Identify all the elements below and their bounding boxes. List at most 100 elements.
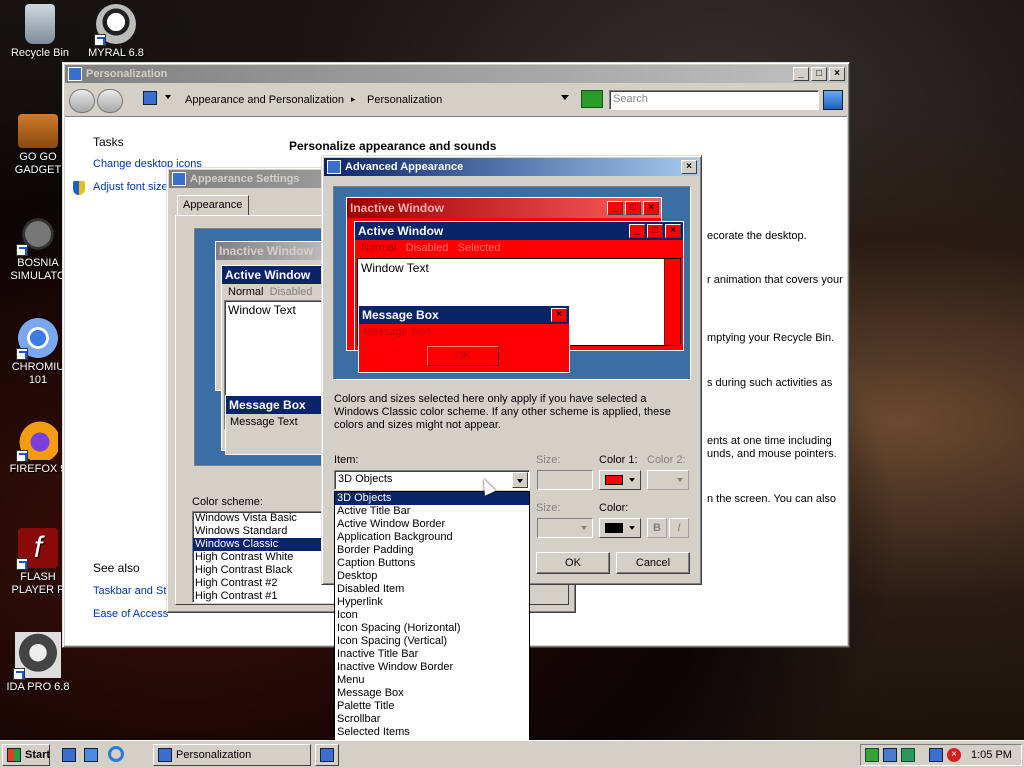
- minimize-button[interactable]: _: [793, 67, 809, 81]
- back-button[interactable]: [69, 89, 95, 113]
- clock[interactable]: 1:05 PM: [971, 749, 1012, 761]
- shortcut-arrow-icon: [16, 558, 28, 570]
- taskbar-item-label: Personalization: [176, 749, 252, 761]
- preview-inactive-title: Inactive Window _ □ ×: [347, 198, 661, 218]
- list-item[interactable]: Windows Vista Basic: [193, 512, 341, 525]
- search-input[interactable]: Search: [609, 90, 819, 110]
- chevron-down-icon: [581, 526, 587, 530]
- ida-portrait-icon: [13, 632, 61, 680]
- chevron-right-icon[interactable]: ▸: [351, 94, 356, 105]
- tab-appearance[interactable]: Appearance: [177, 195, 249, 216]
- start-button[interactable]: Start: [2, 744, 50, 766]
- dropdown-option[interactable]: Icon: [335, 609, 529, 622]
- chromium-icon: [16, 318, 58, 360]
- chevron-down-icon[interactable]: [165, 95, 171, 99]
- font-color-picker[interactable]: [599, 518, 641, 538]
- flash-player-icon: f: [16, 528, 58, 570]
- tray-icon-3[interactable]: [901, 748, 915, 762]
- control-panel-icon: [158, 748, 172, 762]
- tray-icon-1[interactable]: [865, 748, 879, 762]
- ease-of-access-link[interactable]: Ease of Access: [93, 608, 168, 620]
- desktop-icon-recycle-bin[interactable]: Recycle Bin: [2, 4, 78, 60]
- color-scheme-list[interactable]: Windows Vista Basic Windows Standard Win…: [192, 511, 342, 603]
- list-item[interactable]: Windows Classic: [193, 538, 341, 551]
- list-item[interactable]: High Contrast #2: [193, 577, 341, 590]
- maximize-button[interactable]: □: [811, 67, 827, 81]
- item-size-spinner[interactable]: [537, 470, 593, 490]
- close-button[interactable]: ×: [829, 67, 845, 81]
- description-text: mptying your Recycle Bin.: [707, 332, 835, 344]
- dropdown-option[interactable]: Inactive Window Border: [335, 661, 529, 674]
- breadcrumb-item[interactable]: Appearance and Personalization: [185, 94, 344, 106]
- color2-picker[interactable]: [647, 470, 689, 490]
- dropdown-option[interactable]: Message Box: [335, 687, 529, 700]
- list-item[interactable]: High Contrast #1: [193, 590, 341, 602]
- dropdown-option[interactable]: Active Title Bar: [335, 505, 529, 518]
- dropdown-option[interactable]: Desktop: [335, 570, 529, 583]
- dropdown-option[interactable]: 3D Objects: [335, 492, 529, 505]
- preview-inactive-title: Inactive Window: [216, 242, 334, 260]
- description-text: n the screen. You can also: [707, 493, 837, 505]
- page-heading: Personalize appearance and sounds: [289, 139, 497, 153]
- cancel-button[interactable]: Cancel: [616, 552, 690, 574]
- dropdown-option[interactable]: Icon Spacing (Vertical): [335, 635, 529, 648]
- quicklaunch-ie-icon[interactable]: [108, 746, 124, 762]
- briefcase-icon: [18, 114, 58, 148]
- search-icon[interactable]: [823, 90, 843, 110]
- close-button[interactable]: ×: [681, 160, 697, 174]
- advanced-appearance-titlebar[interactable]: Advanced Appearance ×: [324, 158, 699, 176]
- dropdown-option[interactable]: Caption Buttons: [335, 557, 529, 570]
- dropdown-option[interactable]: Hyperlink: [335, 596, 529, 609]
- dropdown-option[interactable]: Palette Title: [335, 700, 529, 713]
- font-size-dropdown[interactable]: [537, 518, 593, 538]
- description-text: s during such activities as: [707, 377, 833, 389]
- close-button: ×: [665, 224, 681, 238]
- dropdown-option[interactable]: Disabled Item: [335, 583, 529, 596]
- italic-button[interactable]: I: [669, 518, 689, 538]
- menu-normal: Normal: [228, 286, 264, 298]
- breadcrumb-item[interactable]: Personalization: [367, 94, 442, 106]
- forward-button[interactable]: [97, 89, 123, 113]
- dropdown-option[interactable]: Application Background: [335, 531, 529, 544]
- list-item[interactable]: Windows Standard: [193, 525, 341, 538]
- quicklaunch-switch-windows-icon[interactable]: [84, 748, 98, 762]
- dropdown-option[interactable]: Selected Items: [335, 726, 529, 739]
- advanced-preview[interactable]: Inactive Window _ □ × Active Window _ □ …: [333, 186, 691, 380]
- bold-button[interactable]: B: [647, 518, 667, 538]
- personalization-titlebar[interactable]: Personalization _ □ ×: [65, 65, 847, 83]
- volume-muted-icon[interactable]: ×: [947, 748, 961, 762]
- dropdown-option[interactable]: Inactive Title Bar: [335, 648, 529, 661]
- tray-icon-2[interactable]: [883, 748, 897, 762]
- dropdown-option[interactable]: Scrollbar: [335, 713, 529, 726]
- taskbar-item-other[interactable]: [315, 744, 339, 766]
- dropdown-option[interactable]: Icon Spacing (Horizontal): [335, 622, 529, 635]
- chevron-down-icon[interactable]: [512, 472, 528, 488]
- item-dropdown-list[interactable]: 3D Objects Active Title Bar Active Window …: [334, 491, 530, 766]
- item-dropdown[interactable]: 3D Objects: [334, 470, 530, 490]
- font-color-label: Color:: [599, 502, 629, 514]
- dropdown-option[interactable]: Active Window Border: [335, 518, 529, 531]
- dropdown-option[interactable]: Border Padding: [335, 544, 529, 557]
- taskbar-link[interactable]: Taskbar and St: [93, 585, 166, 597]
- shield-icon: [73, 181, 85, 195]
- description-text: ents at one time including: [707, 435, 832, 447]
- refresh-button[interactable]: [581, 90, 603, 108]
- dropdown-option[interactable]: Menu: [335, 674, 529, 687]
- start-label: Start: [25, 749, 51, 761]
- item-list: 3D Objects Active Title Bar Active Window …: [335, 492, 529, 765]
- list-item[interactable]: High Contrast White: [193, 551, 341, 564]
- description-text: unds, and mouse pointers.: [707, 448, 837, 460]
- close-button: ×: [643, 201, 659, 215]
- adjust-font-size-link[interactable]: Adjust font size: [93, 181, 168, 193]
- window-icon: [172, 172, 186, 186]
- taskbar-item-personalization[interactable]: Personalization: [153, 744, 311, 766]
- list-item[interactable]: High Contrast Black: [193, 564, 341, 577]
- address-dropdown-icon[interactable]: [561, 95, 569, 100]
- network-icon[interactable]: [929, 748, 943, 762]
- desktop-icon-myral[interactable]: MYRAL 6.8: [78, 4, 154, 60]
- maximize-button: □: [647, 224, 663, 238]
- color1-picker[interactable]: [599, 470, 641, 490]
- quicklaunch-show-desktop-icon[interactable]: [62, 748, 76, 762]
- ok-button[interactable]: OK: [536, 552, 610, 574]
- color2-label: Color 2:: [647, 454, 686, 466]
